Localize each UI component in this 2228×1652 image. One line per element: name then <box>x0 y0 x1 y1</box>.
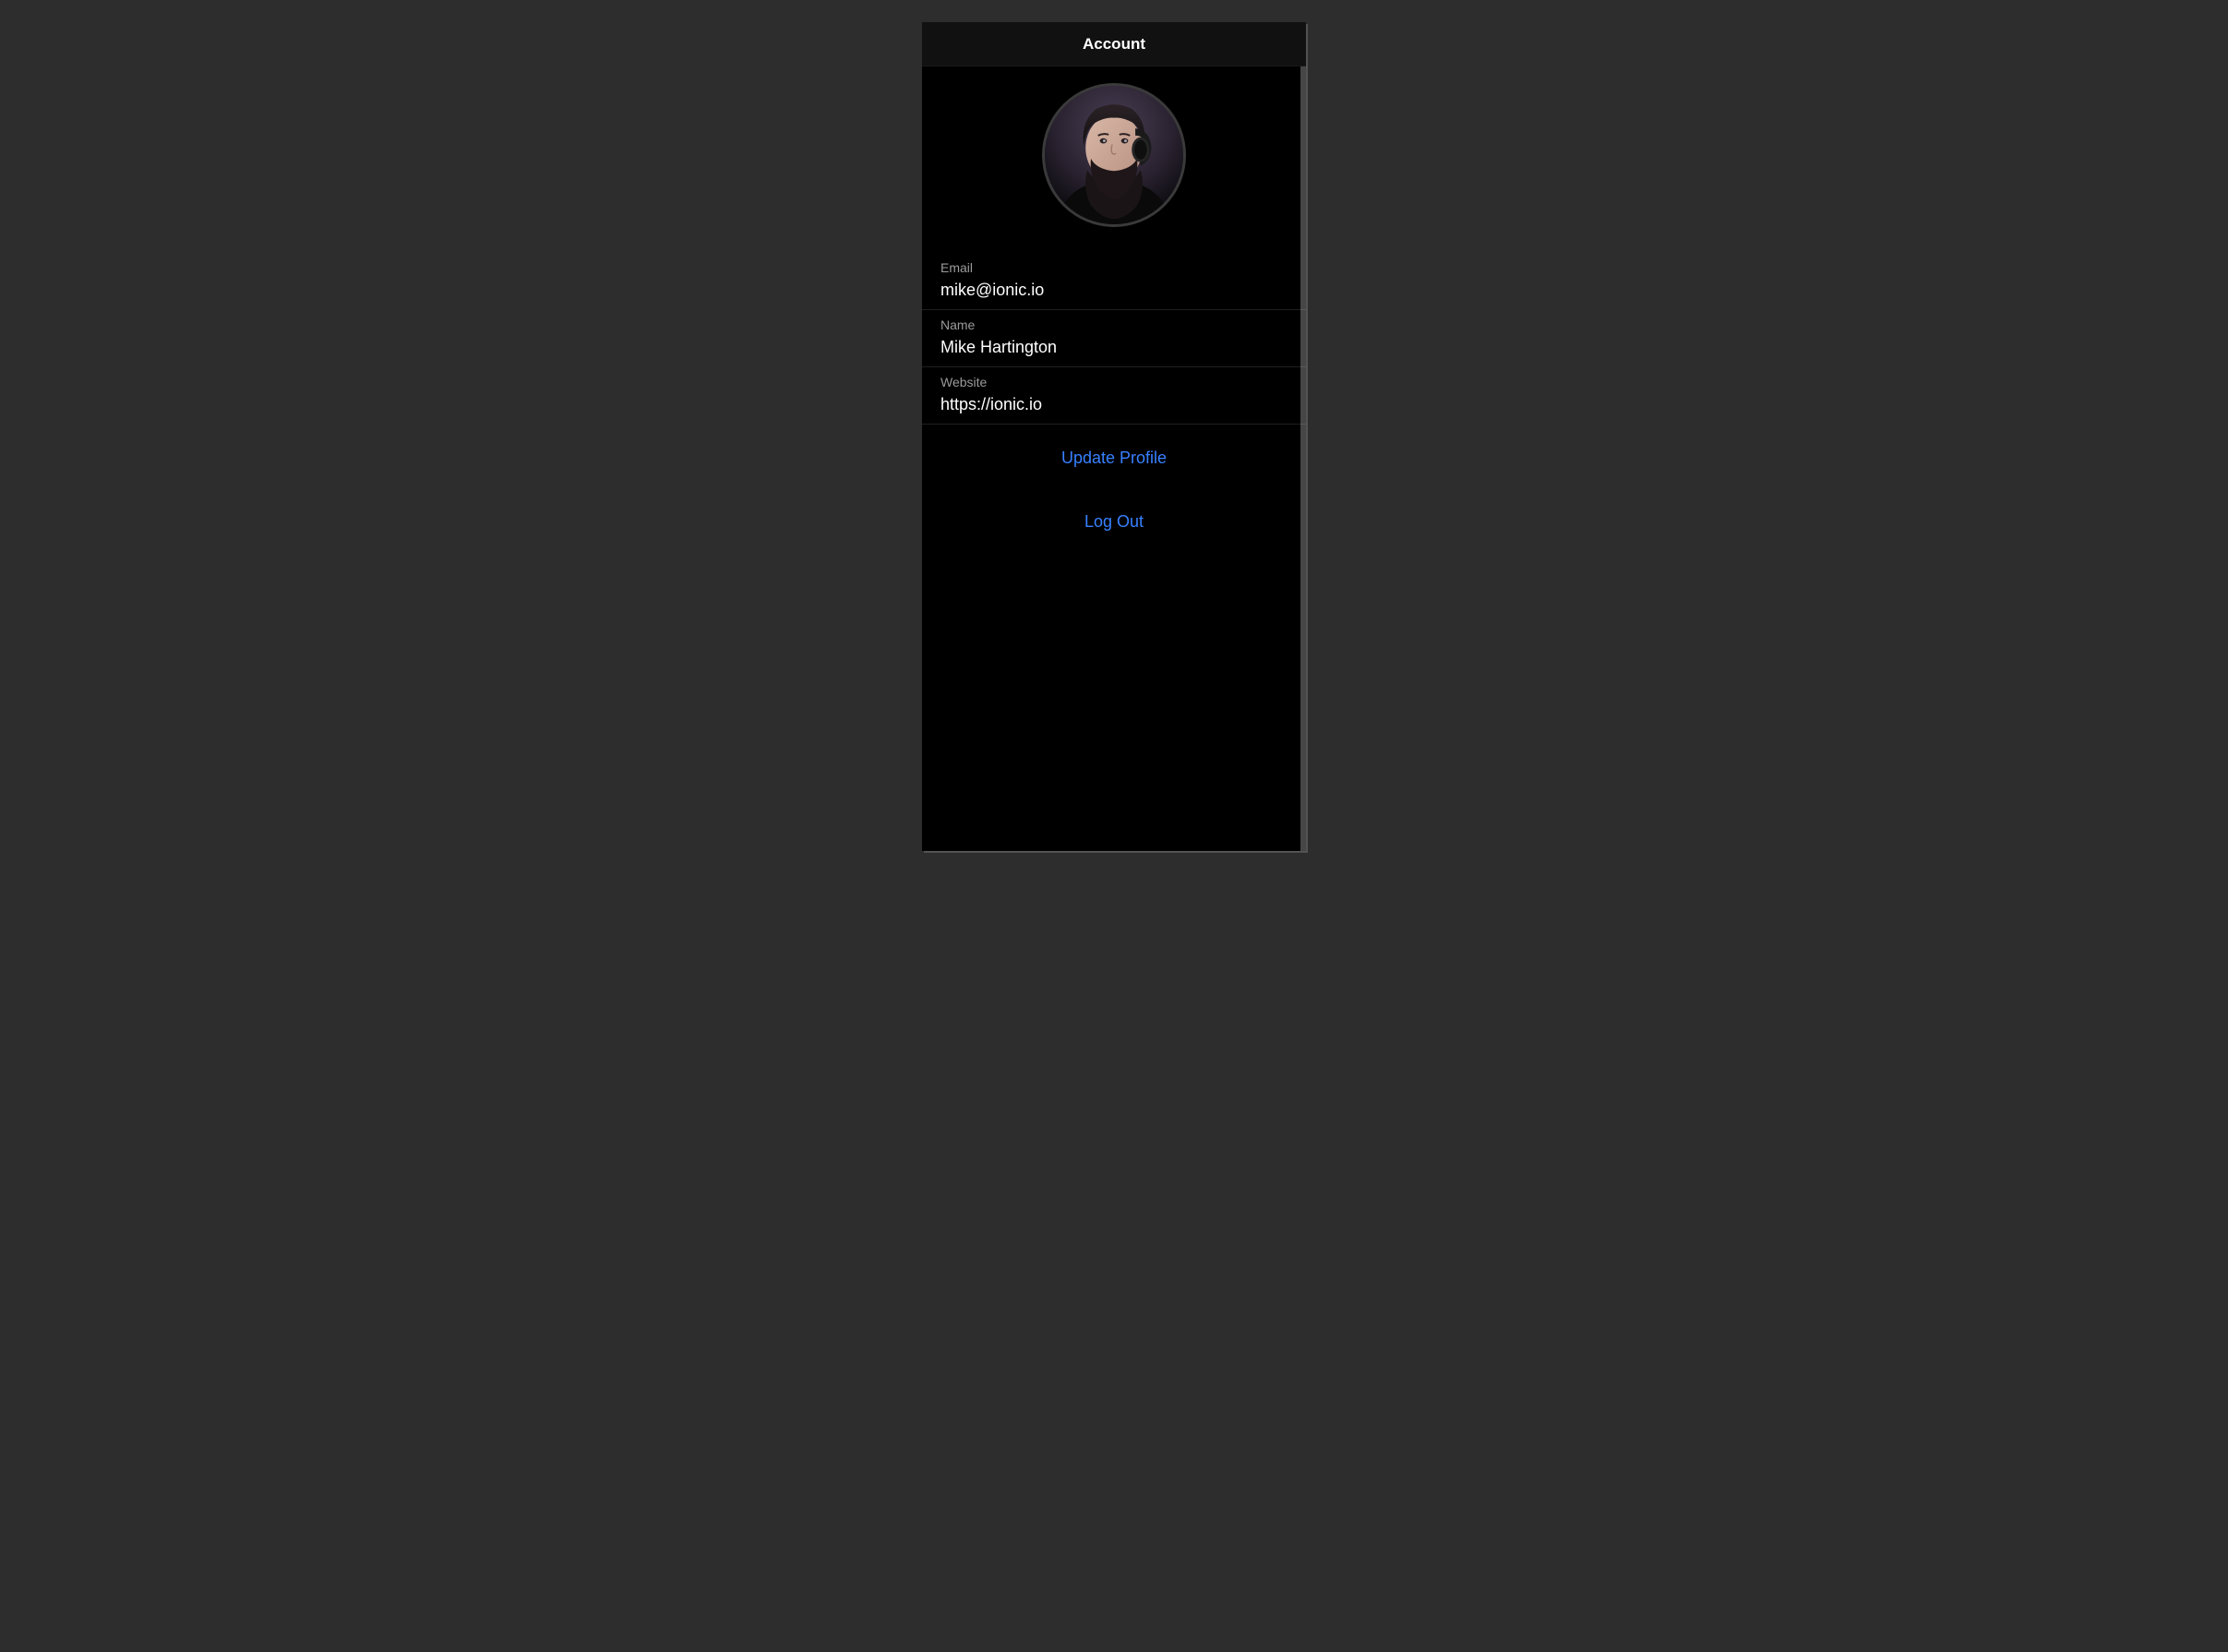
button-section: Update Profile Log Out <box>922 425 1306 541</box>
website-input[interactable] <box>940 395 1288 414</box>
scrollbar[interactable] <box>1300 66 1306 851</box>
email-field-row: Email <box>922 253 1306 310</box>
log-out-button[interactable]: Log Out <box>940 503 1288 541</box>
content-area[interactable]: Email Name Website Update Profile Log Ou… <box>922 66 1306 851</box>
page-title: Account <box>1083 35 1145 54</box>
name-field-row: Name <box>922 310 1306 367</box>
website-field-row: Website <box>922 367 1306 425</box>
account-screen: Account <box>922 22 1306 851</box>
email-input[interactable] <box>940 281 1288 300</box>
avatar-image <box>1045 86 1183 224</box>
email-label: Email <box>940 260 1288 275</box>
avatar[interactable] <box>1042 83 1186 227</box>
avatar-section <box>922 66 1306 253</box>
website-label: Website <box>940 375 1288 389</box>
name-label: Name <box>940 317 1288 332</box>
header-toolbar: Account <box>922 22 1306 66</box>
update-profile-button[interactable]: Update Profile <box>940 439 1288 477</box>
name-input[interactable] <box>940 338 1288 357</box>
